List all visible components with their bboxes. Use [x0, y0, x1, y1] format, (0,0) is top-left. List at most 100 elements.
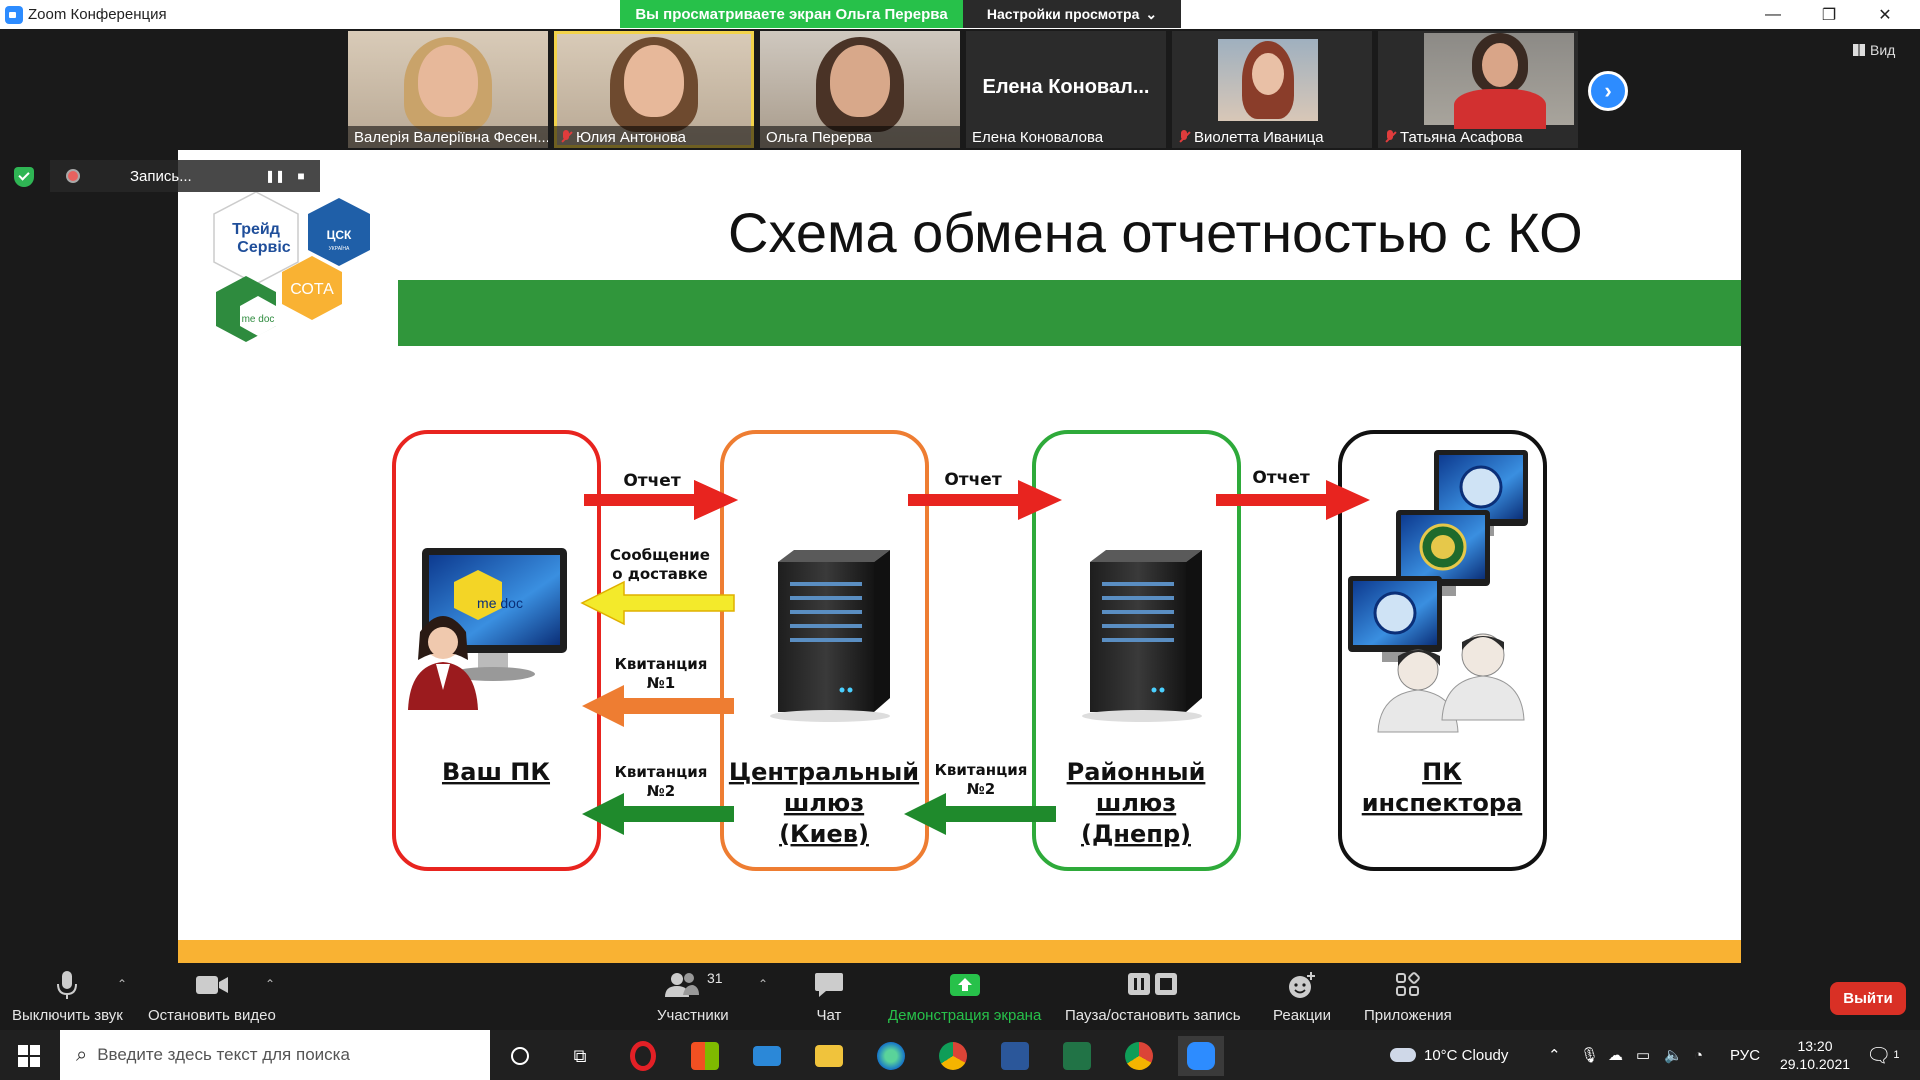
encryption-shield-icon[interactable]: [14, 167, 34, 187]
smiley-icon: [1287, 969, 1317, 1001]
user-face: [428, 627, 458, 657]
participant-tile[interactable]: Татьяна Асафова: [1378, 31, 1578, 148]
view-settings-button[interactable]: Настройки просмотра ⌄: [963, 0, 1181, 28]
battery-icon: ▭: [1636, 1047, 1651, 1064]
speaker-icon: 🔈: [1664, 1047, 1683, 1064]
receipt-1-label: Квитанция: [615, 655, 708, 673]
onedrive-tray-icon[interactable]: ☁: [1608, 1030, 1623, 1080]
reactions-button[interactable]: Реакции: [1273, 969, 1331, 1024]
search-icon: ⌕: [76, 1043, 88, 1066]
audio-options-caret[interactable]: ⌃: [117, 977, 127, 991]
monitor-logo-text: me doc: [477, 595, 523, 611]
explorer-app[interactable]: [806, 1036, 852, 1076]
task-view-button[interactable]: ⧉: [557, 1036, 603, 1076]
sharing-banner: Вы просматриваете экран Ольга Перерва: [620, 0, 963, 28]
participants-options-caret[interactable]: ⌃: [758, 977, 768, 991]
participant-face: [830, 45, 890, 117]
pause-recording-button[interactable]: ❚❚: [262, 163, 288, 189]
participant-tile[interactable]: Юлия Антонова: [554, 31, 754, 148]
chat-button[interactable]: Чат: [814, 969, 844, 1024]
opera-app[interactable]: [620, 1036, 666, 1076]
participant-tile[interactable]: Валерія Валеріївна Фесен...: [348, 31, 548, 148]
central-label-1: Центральный: [729, 758, 919, 786]
close-button[interactable]: ✕: [1857, 0, 1913, 29]
exchange-diagram: Отчет Отчет Отчет Сообщение о доставке К…: [392, 430, 1547, 871]
clock-time: 13:20: [1797, 1038, 1833, 1054]
show-hidden-icons-button[interactable]: ⌃: [1548, 1030, 1561, 1080]
participant-name: Елена Коновалова: [972, 128, 1104, 146]
inspector-label-2: инспектора: [1362, 789, 1523, 817]
participants-label: Участники: [657, 1007, 729, 1024]
inspector-illustration: [1348, 450, 1528, 733]
pause-stop-recording-button[interactable]: Пауза/остановить запись: [1065, 969, 1241, 1024]
apps-label: Приложения: [1364, 1007, 1452, 1024]
language-indicator[interactable]: РУС: [1730, 1030, 1760, 1080]
taskbar-search-placeholder: Введите здесь текст для поиска: [97, 1045, 350, 1064]
central-label-2: шлюз: [784, 789, 864, 817]
notification-icon: 🗨: [1866, 1044, 1892, 1067]
video-options-caret[interactable]: ⌃: [265, 977, 275, 991]
apps-icon: [1394, 969, 1422, 1001]
participant-tile[interactable]: Елена Коновал... Елена Коновалова: [966, 31, 1166, 148]
microphone-icon: [55, 969, 79, 1001]
cloud-icon: [1390, 1048, 1416, 1062]
chrome-app-2[interactable]: [1116, 1036, 1162, 1076]
cortana-button[interactable]: [497, 1036, 543, 1076]
camera-icon: [195, 969, 229, 1001]
share-screen-label: Демонстрация экрана: [888, 1007, 1042, 1024]
stop-recording-button[interactable]: ■: [288, 163, 314, 189]
mail-icon: [753, 1046, 781, 1066]
weather-widget[interactable]: 10°C Cloudy: [1390, 1030, 1508, 1080]
taskbar-search-box[interactable]: ⌕ Введите здесь текст для поиска: [60, 1030, 490, 1080]
participant-tile[interactable]: Ольга Перерва: [760, 31, 960, 148]
restore-icon: ❐: [1821, 6, 1837, 24]
district-label-3: (Днепр): [1081, 820, 1191, 848]
chrome-icon: [1125, 1042, 1153, 1070]
notifications-button[interactable]: 🗨 1: [1866, 1030, 1900, 1080]
store-icon: [691, 1042, 719, 1070]
view-button-label: Вид: [1870, 42, 1896, 58]
receipt-2-number-district: №2: [967, 780, 995, 798]
excel-app[interactable]: [1054, 1036, 1100, 1076]
participant-video: [1218, 39, 1318, 121]
chrome-app[interactable]: [930, 1036, 976, 1076]
apps-button[interactable]: Приложения: [1364, 969, 1452, 1024]
shared-screen: Схема обмена отчетностью с КО Трейд Серв…: [178, 150, 1741, 963]
delivery-label-line2: о доставке: [612, 565, 708, 583]
edge-app[interactable]: [868, 1036, 914, 1076]
participant-name: Валерія Валеріївна Фесен...: [348, 126, 548, 148]
mute-button[interactable]: Выключить звук: [12, 969, 123, 1024]
delivery-label-line1: Сообщение: [610, 546, 710, 564]
stop-video-label: Остановить видео: [148, 1007, 276, 1024]
recording-label: Запись...: [130, 167, 192, 185]
network-tray-icon[interactable]: ◔: [1694, 1030, 1703, 1080]
next-participants-button[interactable]: ›: [1588, 71, 1628, 111]
edge-icon: [877, 1042, 905, 1070]
stop-icon: ■: [297, 169, 305, 183]
restore-button[interactable]: ❐: [1801, 0, 1857, 29]
word-app[interactable]: [992, 1036, 1038, 1076]
mic-tray-icon[interactable]: 🎙: [1580, 1030, 1599, 1080]
store-app[interactable]: [682, 1036, 728, 1076]
mail-app[interactable]: [744, 1036, 790, 1076]
district-server-icon: [1082, 550, 1202, 722]
participant-face: [624, 45, 684, 117]
participants-button[interactable]: 31 Участники: [657, 969, 729, 1024]
leave-meeting-button[interactable]: Выйти: [1830, 982, 1906, 1015]
taskbar-clock[interactable]: 13:20 29.10.2021: [1775, 1030, 1855, 1080]
minimize-button[interactable]: —: [1745, 0, 1801, 29]
report-label-2: Отчет: [944, 470, 1002, 490]
mic-muted-icon: [1178, 130, 1190, 144]
pause-icon: ❚❚: [264, 169, 286, 183]
participant-tile[interactable]: Виолетта Иваница: [1172, 31, 1372, 148]
share-screen-button[interactable]: Демонстрация экрана: [888, 969, 1041, 1024]
view-button[interactable]: Вид: [1853, 42, 1895, 58]
volume-tray-icon[interactable]: 🔈: [1664, 1030, 1683, 1080]
start-button[interactable]: [18, 1045, 40, 1067]
zoom-app-icon: [5, 6, 23, 24]
battery-tray-icon[interactable]: ▭: [1636, 1030, 1650, 1080]
pc-node-label: Ваш ПК: [442, 758, 550, 786]
stop-video-button[interactable]: Остановить видео: [148, 969, 276, 1024]
receipt-2-label-district: Квитанция: [935, 761, 1028, 779]
zoom-app[interactable]: [1178, 1036, 1224, 1076]
